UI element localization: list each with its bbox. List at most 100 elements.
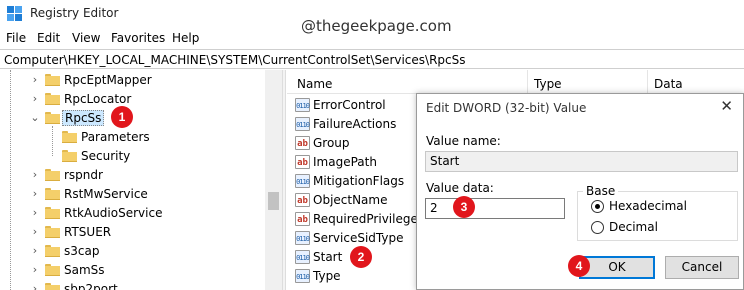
folder-icon <box>45 207 60 219</box>
hexadecimal-label[interactable]: Hexadecimal <box>609 199 687 213</box>
cancel-button[interactable]: Cancel <box>665 256 739 279</box>
folder-icon <box>45 169 60 181</box>
binary-value-icon: 0110 <box>295 174 310 188</box>
tree-item-label: RTSUER <box>64 225 112 239</box>
step-badge-1: 1 <box>111 106 133 128</box>
tree-item-label: RpcSs <box>62 110 105 126</box>
tree-item[interactable]: › RpcEptMapper <box>0 71 265 90</box>
tree-item[interactable]: › s3cap <box>0 242 265 261</box>
chevron-right-icon[interactable]: › <box>30 168 40 181</box>
value-name: ObjectName <box>313 193 388 207</box>
string-value-icon: ab <box>295 212 310 226</box>
menu-bar: File Edit View Favorites Help <box>0 30 744 48</box>
column-divider[interactable] <box>647 70 648 94</box>
tree-item-label: s3cap <box>64 244 100 258</box>
address-bar[interactable]: Computer\HKEY_LOCAL_MACHINE\SYSTEM\Curre… <box>0 49 744 69</box>
decimal-radio[interactable] <box>591 221 604 234</box>
value-name: ErrorControl <box>313 98 386 112</box>
tree-scrollbar[interactable] <box>265 70 282 290</box>
folder-icon <box>45 245 60 257</box>
tree-item[interactable]: › rspndr <box>0 166 265 185</box>
binary-value-icon: 0110 <box>295 98 310 112</box>
tree-item-label: sbp2port <box>64 282 118 290</box>
base-label: Base <box>583 184 619 198</box>
tree-item-label: rspndr <box>64 168 103 182</box>
chevron-right-icon[interactable]: › <box>30 206 40 219</box>
value-name: ServiceSidType <box>313 231 404 245</box>
string-value-icon: ab <box>295 155 310 169</box>
binary-value-icon: 0110 <box>295 117 310 131</box>
string-value-icon: ab <box>295 136 310 150</box>
tree-item-label: Parameters <box>81 130 150 144</box>
column-header-data[interactable]: Data <box>654 77 683 91</box>
value-name: RequiredPrivileges <box>313 212 425 226</box>
close-icon[interactable]: ✕ <box>720 97 733 115</box>
folder-icon <box>45 226 60 238</box>
menu-help[interactable]: Help <box>172 31 199 45</box>
value-data-input[interactable]: 2 <box>425 198 565 219</box>
chevron-right-icon[interactable]: › <box>30 73 40 86</box>
column-header-type[interactable]: Type <box>534 77 562 91</box>
value-name: Type <box>313 269 341 283</box>
tree-item[interactable]: › sbp2port <box>0 280 265 290</box>
window-title: Registry Editor <box>30 6 119 20</box>
tree-item[interactable]: Security <box>0 147 265 166</box>
value-name: Group <box>313 136 350 150</box>
column-divider[interactable] <box>527 70 528 94</box>
tree-item[interactable]: › RstMwService <box>0 185 265 204</box>
ok-button[interactable]: OK <box>579 256 655 279</box>
folder-icon <box>62 131 77 143</box>
chevron-right-icon[interactable]: › <box>30 263 40 276</box>
step-badge-2: 2 <box>350 246 372 268</box>
tree-item[interactable]: Parameters <box>0 128 265 147</box>
menu-favorites[interactable]: Favorites <box>111 31 165 45</box>
registry-editor-icon <box>7 6 23 22</box>
value-data-label: Value data: <box>426 181 494 195</box>
pane-splitter[interactable] <box>282 70 286 290</box>
registry-tree[interactable]: › RpcEptMapper › RpcLocator ⌄ RpcSs Para… <box>0 70 282 290</box>
decimal-label[interactable]: Decimal <box>609 220 658 234</box>
folder-icon <box>45 93 60 105</box>
tree-item-label: RtkAudioService <box>64 206 163 220</box>
binary-value-icon: 0110 <box>295 250 310 264</box>
chevron-right-icon[interactable]: › <box>30 92 40 105</box>
chevron-right-icon[interactable]: › <box>30 187 40 200</box>
menu-file[interactable]: File <box>6 31 26 45</box>
column-header-name[interactable]: Name <box>297 77 332 91</box>
hexadecimal-radio[interactable] <box>591 200 604 213</box>
value-name: FailureActions <box>313 117 397 131</box>
value-name-field: Start <box>425 151 738 172</box>
folder-icon <box>45 188 60 200</box>
tree-item[interactable]: › RpcLocator <box>0 90 265 109</box>
tree-item[interactable]: › RTSUER <box>0 223 265 242</box>
chevron-right-icon[interactable]: › <box>30 282 40 290</box>
value-name-label: Value name: <box>426 134 501 148</box>
step-badge-3: 3 <box>453 196 475 218</box>
value-name: MitigationFlags <box>313 174 405 188</box>
tree-item-label: RstMwService <box>64 187 148 201</box>
chevron-down-icon[interactable]: ⌄ <box>30 111 40 124</box>
folder-icon <box>45 283 60 290</box>
dialog-title: Edit DWORD (32-bit) Value <box>426 101 587 115</box>
string-value-icon: ab <box>295 193 310 207</box>
chevron-right-icon[interactable]: › <box>30 225 40 238</box>
tree-item-label: RpcEptMapper <box>64 73 152 87</box>
tree-scroll-thumb[interactable] <box>268 192 279 210</box>
tree-item[interactable]: › SamSs <box>0 261 265 280</box>
chevron-right-icon[interactable]: › <box>30 244 40 257</box>
folder-open-icon <box>45 112 60 124</box>
tree-item-label: RpcLocator <box>64 92 132 106</box>
tree-item[interactable]: › RtkAudioService <box>0 204 265 223</box>
step-badge-4: 4 <box>568 255 590 277</box>
list-header: Name Type Data <box>287 70 744 94</box>
binary-value-icon: 0110 <box>295 231 310 245</box>
menu-edit[interactable]: Edit <box>37 31 60 45</box>
folder-icon <box>45 264 60 276</box>
folder-icon <box>62 150 77 162</box>
menu-view[interactable]: View <box>72 31 100 45</box>
base-group: Base Hexadecimal Decimal <box>577 184 738 241</box>
tree-item-label: SamSs <box>64 263 105 277</box>
value-name: Start <box>313 250 343 264</box>
value-name: ImagePath <box>313 155 377 169</box>
tree-item-label: Security <box>81 149 131 163</box>
